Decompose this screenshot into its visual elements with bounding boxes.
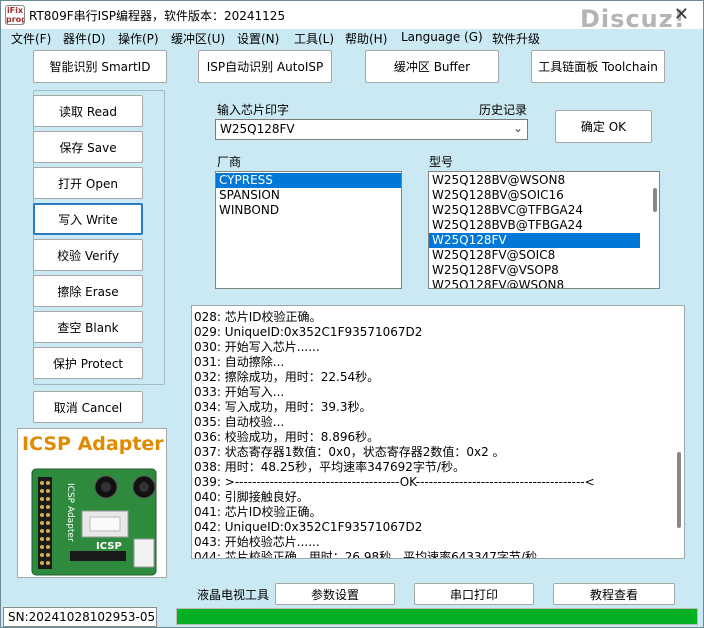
params-button[interactable]: 参数设置	[275, 583, 395, 605]
protect-button[interactable]: 保护 Protect	[33, 347, 143, 379]
log-line: 031: 自动擦除...	[194, 355, 285, 369]
history-label: 历史记录	[479, 103, 528, 117]
model-item[interactable]: W25Q128BVB@TFBGA24	[429, 218, 659, 233]
chip-input-combo[interactable]: W25Q128FV ⌄	[215, 119, 528, 140]
menu-device[interactable]: 器件(D)	[63, 30, 106, 47]
model-item[interactable]: W25Q128FV@VSOP8	[429, 263, 659, 278]
log-line: 030: 开始写入芯片......	[194, 340, 320, 354]
menu-tools[interactable]: 工具(L)	[294, 30, 334, 47]
buffer-button[interactable]: 缓冲区 Buffer	[365, 50, 499, 83]
menu-settings[interactable]: 设置(N)	[237, 30, 279, 47]
log-output[interactable]: 028: 芯片ID校验正确。 029: UniqueID:0x352C1F935…	[191, 305, 685, 559]
menu-language[interactable]: Language (G)	[401, 30, 483, 44]
log-line: 037: 状态寄存器1数值：0x0，状态寄存器2数值：0x2 。	[194, 445, 505, 459]
log-scrollbar[interactable]	[677, 452, 681, 528]
log-line: 043: 开始校验芯片......	[194, 535, 320, 549]
title-bar: iFix prog RT809F串行ISP编程器，软件版本：20241125 D…	[1, 1, 703, 33]
model-item[interactable]: W25Q128FV@SOIC8	[429, 248, 659, 263]
log-line: 029: UniqueID:0x352C1F93571067D2	[194, 325, 423, 339]
model-item[interactable]: W25Q128BVC@TFBGA24	[429, 203, 659, 218]
icsp-adapter-image: ICSP Adapter ICSP Adapter ICSP	[17, 428, 167, 578]
model-label: 型号	[429, 155, 454, 169]
log-line: 040: 引脚接触良好。	[194, 490, 309, 504]
save-button[interactable]: 保存 Save	[33, 131, 143, 163]
log-line: 039: >----------------------------------…	[194, 475, 595, 489]
menu-operation[interactable]: 操作(P)	[118, 30, 159, 47]
window-title: RT809F串行ISP编程器，软件版本：20241125	[29, 9, 286, 23]
model-item[interactable]: W25Q128FV@WSON8	[429, 278, 659, 288]
icsp-board-side-label: ICSP Adapter	[65, 483, 75, 542]
progress-bar-fill	[177, 609, 697, 624]
menu-upgrade[interactable]: 软件升级	[492, 30, 540, 47]
toolchain-button[interactable]: 工具链面板 Toolchain	[531, 50, 665, 83]
lcd-tools-label: 液晶电视工具	[197, 588, 270, 602]
model-item[interactable]: W25Q128BV@SOIC16	[429, 188, 659, 203]
menu-file[interactable]: 文件(F)	[11, 30, 51, 47]
write-button[interactable]: 写入 Write	[33, 203, 143, 235]
serial-print-button[interactable]: 串口打印	[414, 583, 534, 605]
chip-input-value: W25Q128FV	[220, 122, 295, 136]
autoisp-button[interactable]: ISP自动识别 AutoISP	[198, 50, 332, 83]
log-line: 028: 芯片ID校验正确。	[194, 310, 322, 324]
log-line: 036: 校验成功，用时：8.896秒。	[194, 430, 380, 444]
menu-bar: 文件(F) 器件(D) 操作(P) 缓冲区(U) 设置(N) 工具(L) 帮助(…	[1, 29, 703, 47]
model-list-scrollbar[interactable]	[653, 188, 657, 212]
progress-bar	[176, 608, 698, 625]
model-list[interactable]: W25Q128BV@WSON8 W25Q128BV@SOIC16 W25Q128…	[428, 171, 660, 289]
serial-number: SN:20241028102953-0570	[3, 607, 157, 627]
blank-button[interactable]: 查空 Blank	[33, 311, 143, 343]
vendor-label: 厂商	[217, 155, 242, 169]
log-line: 032: 擦除成功，用时：22.54秒。	[194, 370, 380, 384]
log-line: 033: 开始写入...	[194, 385, 285, 399]
open-button[interactable]: 打开 Open	[33, 167, 143, 199]
model-item[interactable]: W25Q128FV	[429, 233, 640, 248]
icsp-board-label: ICSP	[96, 541, 122, 552]
vendor-list[interactable]: CYPRESS SPANSION WINBOND	[215, 171, 402, 289]
log-line: 035: 自动校验...	[194, 415, 285, 429]
log-line: 044: 芯片校验正确，用时：26.98秒，平均速率643347字节/秒。	[194, 550, 549, 559]
chevron-down-icon[interactable]: ⌄	[513, 121, 523, 135]
main-window: iFix prog RT809F串行ISP编程器，软件版本：20241125 D…	[0, 0, 704, 628]
erase-button[interactable]: 擦除 Erase	[33, 275, 143, 307]
icsp-board-illustration	[31, 468, 157, 576]
ok-button[interactable]: 确定 OK	[555, 110, 652, 143]
model-item[interactable]: W25Q128BV@WSON8	[429, 173, 659, 188]
read-button[interactable]: 读取 Read	[33, 95, 143, 127]
vendor-item[interactable]: SPANSION	[216, 188, 401, 203]
chip-input-label: 输入芯片印字	[217, 103, 290, 117]
cancel-button[interactable]: 取消 Cancel	[33, 391, 143, 423]
log-line: 038: 用时：48.25秒，平均速率347692字节/秒。	[194, 460, 465, 474]
app-logo-icon: iFix prog	[5, 5, 25, 25]
verify-button[interactable]: 校验 Verify	[33, 239, 143, 271]
menu-buffer[interactable]: 缓冲区(U)	[171, 30, 225, 47]
menu-help[interactable]: 帮助(H)	[345, 30, 387, 47]
log-line: 042: UniqueID:0x352C1F93571067D2	[194, 520, 423, 534]
vendor-item[interactable]: CYPRESS	[216, 173, 401, 188]
close-icon[interactable]: ✕	[674, 6, 689, 24]
log-line: 041: 芯片ID校验正确。	[194, 505, 322, 519]
vendor-item[interactable]: WINBOND	[216, 203, 401, 218]
log-line: 034: 写入成功，用时：39.3秒。	[194, 400, 372, 414]
tutorial-button[interactable]: 教程查看	[553, 583, 675, 605]
smartid-button[interactable]: 智能识别 SmartID	[33, 50, 167, 83]
